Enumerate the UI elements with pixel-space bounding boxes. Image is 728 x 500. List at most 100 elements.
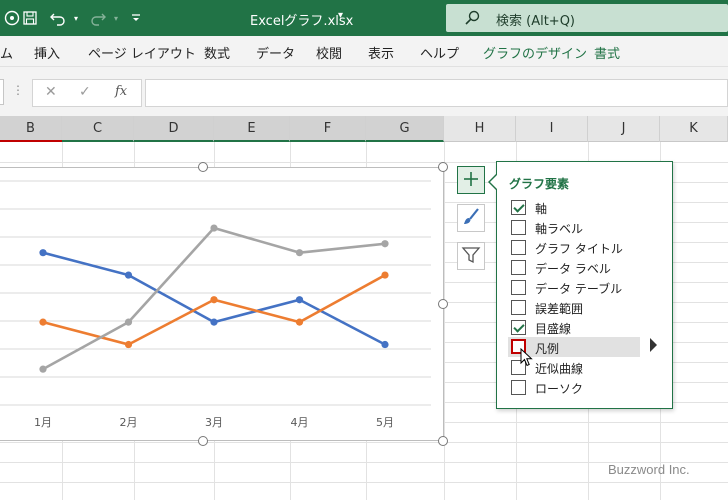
tab-insert[interactable]: 挿入	[34, 43, 60, 62]
undo-icon[interactable]	[48, 8, 68, 28]
resize-handle-top-right[interactable]	[438, 162, 448, 172]
paintbrush-icon	[461, 207, 481, 230]
tab-data[interactable]: データ	[256, 43, 295, 62]
tab-help[interactable]: ヘルプ	[420, 43, 459, 62]
series-3-point[interactable]	[210, 224, 218, 232]
cancel-icon[interactable]: ✕	[45, 84, 57, 100]
tab-home[interactable]: ム	[0, 43, 13, 62]
column-header-h[interactable]: H	[444, 116, 516, 142]
filter-icon	[461, 245, 481, 268]
formula-bar-grip-icon[interactable]: ⋮	[12, 83, 24, 97]
x-tick-label: 4月	[291, 416, 309, 429]
tab-formulas[interactable]: 数式	[204, 43, 230, 62]
customize-qat-icon[interactable]	[126, 8, 146, 28]
grid-line	[0, 442, 728, 443]
chart-elements-button[interactable]	[457, 166, 485, 194]
submenu-arrow-icon[interactable]	[650, 338, 657, 352]
series-line-2[interactable]	[42, 273, 386, 346]
chart-element-axis-titles[interactable]: 軸ラベル	[497, 218, 672, 238]
element-label: グラフ タイトル	[535, 242, 623, 256]
series-2-point[interactable]	[295, 318, 304, 326]
column-header-c[interactable]: C	[62, 116, 134, 142]
chart-element-data-table[interactable]: データ テーブル	[497, 278, 672, 298]
panel-title: グラフ要素	[509, 177, 570, 191]
chart-element-chart-title[interactable]: グラフ タイトル	[497, 238, 672, 258]
chart-styles-button[interactable]	[457, 204, 485, 232]
series-3-point[interactable]	[39, 365, 47, 373]
column-header-i[interactable]: I	[516, 116, 588, 142]
tab-chart-design[interactable]: グラフのデザイン	[483, 43, 587, 62]
column-headers: B C D E F G H I J K	[0, 116, 728, 142]
series-1-point[interactable]	[210, 318, 218, 326]
chart-element-error-bars[interactable]: 誤差範囲	[497, 298, 672, 318]
series-3-point[interactable]	[381, 240, 389, 248]
checkbox[interactable]	[511, 280, 526, 295]
chart-filters-button[interactable]	[457, 242, 485, 270]
flyout-pointer-inner	[490, 175, 497, 189]
column-header-e[interactable]: E	[214, 116, 290, 142]
series-3-point[interactable]	[124, 318, 133, 326]
column-header-f[interactable]: F	[290, 116, 366, 142]
search-icon	[464, 10, 480, 26]
chart-element-gridlines[interactable]: 目盛線	[497, 318, 672, 338]
account-icon[interactable]	[2, 8, 22, 28]
series-1-point[interactable]	[295, 296, 304, 304]
element-label: データ ラベル	[535, 262, 611, 276]
chart-element-axes[interactable]: 軸	[497, 198, 672, 218]
column-header-d[interactable]: D	[134, 116, 214, 142]
element-label: データ テーブル	[535, 282, 623, 296]
resize-handle-top[interactable]	[198, 162, 208, 172]
mouse-pointer-icon	[520, 347, 534, 371]
series-1-point[interactable]	[381, 340, 389, 349]
checkbox[interactable]	[511, 320, 526, 335]
resize-handle-bottom-right[interactable]	[438, 436, 448, 446]
column-header-j[interactable]: J	[588, 116, 660, 142]
element-label: 凡例	[535, 342, 560, 356]
resize-handle-right[interactable]	[438, 299, 448, 309]
checkbox[interactable]	[511, 300, 526, 315]
checkbox[interactable]	[511, 240, 526, 255]
checkbox[interactable]	[511, 380, 526, 395]
redo-icon[interactable]	[88, 8, 108, 28]
column-header-g[interactable]: G	[366, 116, 444, 142]
tab-view[interactable]: 表示	[368, 43, 394, 62]
watermark: Buzzword Inc.	[608, 462, 690, 477]
checkbox[interactable]	[511, 200, 526, 215]
undo-dropdown-icon[interactable]: ▾	[66, 8, 86, 28]
series-1-point[interactable]	[124, 271, 133, 279]
element-label: 目盛線	[535, 322, 572, 336]
formula-buttons: ✕ ✓ fx	[32, 79, 142, 107]
column-header-b[interactable]: B	[0, 116, 62, 142]
x-tick-label: 2月	[120, 416, 138, 429]
series-2-point[interactable]	[381, 271, 389, 279]
tab-review[interactable]: 校閲	[316, 43, 342, 62]
chart-element-up-down-bars[interactable]: ローソク	[497, 378, 672, 398]
grid-line	[0, 482, 728, 483]
series-2-point[interactable]	[124, 340, 133, 349]
search-box[interactable]: 検索 (Alt+Q)	[446, 4, 728, 32]
resize-handle-bottom[interactable]	[198, 436, 208, 446]
save-icon[interactable]	[20, 8, 40, 28]
column-header-k[interactable]: K	[660, 116, 728, 142]
redo-dropdown-icon[interactable]: ▾	[106, 8, 126, 28]
series-2-point[interactable]	[210, 296, 218, 304]
series-3-point[interactable]	[295, 249, 304, 257]
formula-input[interactable]	[145, 79, 728, 107]
checkbox[interactable]	[511, 260, 526, 275]
title-dropdown-icon[interactable]: ▾	[338, 10, 343, 21]
tab-format[interactable]: 書式	[594, 43, 620, 62]
enter-icon[interactable]: ✓	[79, 84, 91, 100]
series-2-point[interactable]	[39, 318, 47, 326]
x-tick-label: 3月	[205, 416, 223, 429]
line-chart[interactable]: 1月 2月 3月 4月 5月	[0, 167, 444, 441]
checkbox[interactable]	[511, 220, 526, 235]
insert-function-icon[interactable]: fx	[115, 84, 127, 99]
chart-element-data-labels[interactable]: データ ラベル	[497, 258, 672, 278]
ribbon-tabs: ム 挿入 ページ レイアウト 数式 データ 校閲 表示 ヘルプ グラフのデザイン…	[0, 36, 728, 66]
name-box[interactable]	[0, 79, 4, 105]
formula-bar: ⋮ ✕ ✓ fx	[0, 66, 728, 116]
series-1-point[interactable]	[39, 249, 47, 257]
element-label: 軸	[535, 202, 548, 216]
element-label: ローソク	[535, 382, 584, 396]
tab-page-layout[interactable]: ページ レイアウト	[88, 43, 196, 62]
